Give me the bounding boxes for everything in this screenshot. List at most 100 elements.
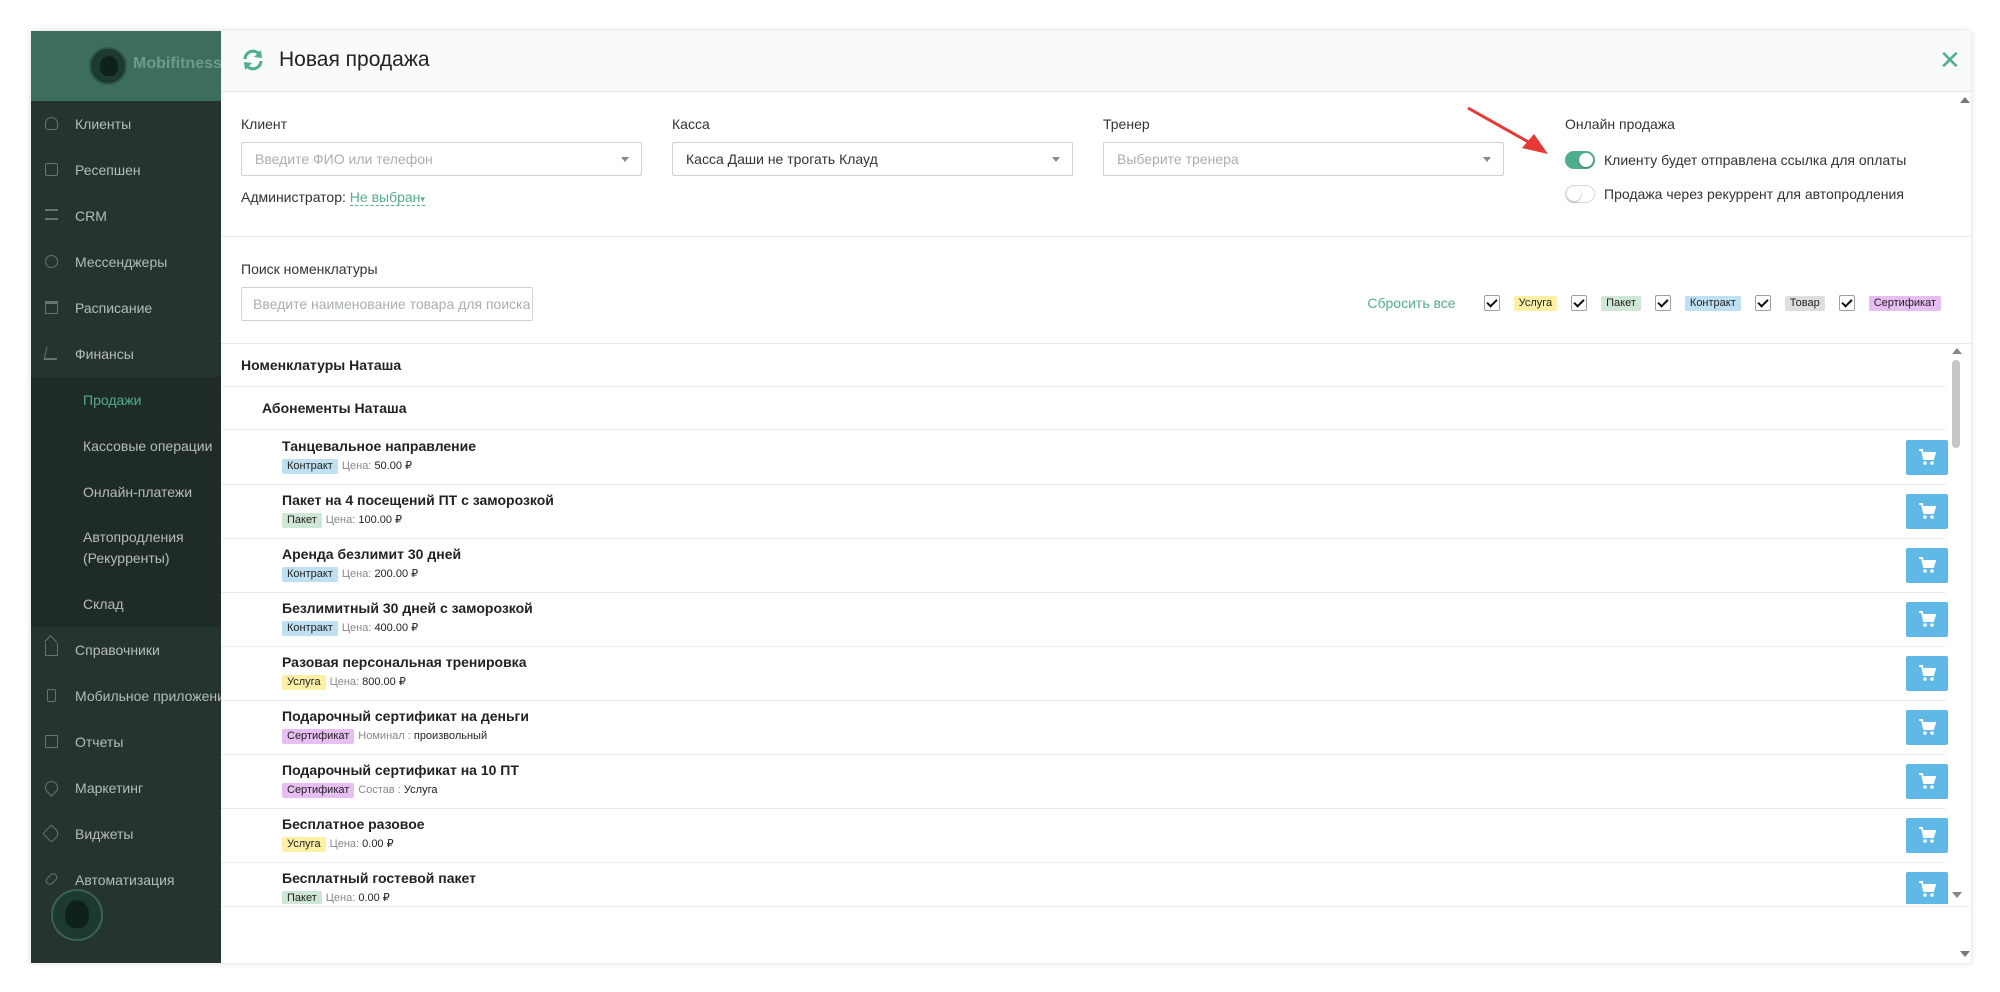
sidebar-item-mobile-app[interactable]: Мобильное приложение — [31, 673, 221, 719]
logo-text[interactable]: Mobifitness — [133, 55, 221, 73]
divider — [221, 236, 1971, 237]
scroll-up-arrow-icon[interactable] — [1952, 348, 1962, 354]
sidebar-item-reception[interactable]: Ресепшен — [31, 147, 221, 193]
filter-tovar-checkbox[interactable] — [1754, 295, 1771, 311]
filter-paket-badge: Пакет — [1601, 295, 1641, 311]
list-scrollbar[interactable] — [1948, 344, 1962, 904]
sidebar-item-label: Расписание — [75, 300, 153, 316]
refresh-icon[interactable] — [241, 48, 265, 72]
kassa-select[interactable]: Касса Даши не трогать Клауд — [672, 142, 1073, 176]
sidebar: Mobifitness Клиенты Ресепшен CRM Мессенд… — [31, 31, 221, 963]
online-link-toggle[interactable] — [1565, 151, 1595, 169]
sidebar-item-label: Финансы — [75, 346, 134, 362]
add-to-cart-button[interactable] — [1906, 872, 1948, 904]
filter-kontrakt-checkbox[interactable] — [1654, 295, 1671, 311]
item-meta: Пакет Цена: 0.00 ₽ — [282, 891, 390, 904]
page-scroll-down-icon[interactable] — [1960, 951, 1970, 957]
page-scroll-up-icon[interactable] — [1960, 97, 1970, 103]
link-icon — [44, 871, 59, 887]
filter-sert-badge: Сертификат — [1868, 295, 1941, 311]
type-badge: Услуга — [282, 675, 326, 690]
sidebar-item-directories[interactable]: Справочники — [31, 627, 221, 673]
new-sale-modal: Новая продажа ✕ Клиент Введите ФИО или т… — [221, 31, 1971, 963]
tag-icon — [42, 824, 61, 843]
cart-icon — [1919, 665, 1936, 681]
sidebar-nav: Клиенты Ресепшен CRM Мессенджеры Расписа… — [31, 101, 221, 903]
sidebar-item-label: Мессенджеры — [75, 254, 168, 270]
online-link-toggle-label: Клиенту будет отправлена ссылка для опла… — [1604, 152, 1907, 168]
group-header[interactable]: Номенклатуры Наташа — [221, 344, 1946, 387]
scroll-thumb[interactable] — [1952, 360, 1960, 448]
sidebar-item-marketing[interactable]: Маркетинг — [31, 765, 221, 811]
cart-icon — [1919, 719, 1936, 735]
item-title: Танцевальное направление — [282, 438, 477, 454]
add-to-cart-button[interactable] — [1906, 710, 1948, 745]
pin-icon — [42, 778, 61, 797]
sidebar-item-widgets[interactable]: Виджеты — [31, 811, 221, 857]
avatar[interactable] — [51, 889, 103, 941]
sidebar-subitem-online-payments[interactable]: Онлайн-платежи — [31, 469, 221, 515]
sidebar-item-schedule[interactable]: Расписание — [31, 285, 221, 331]
trainer-select[interactable]: Выберите тренера — [1103, 142, 1504, 176]
filter-sert-checkbox[interactable] — [1838, 295, 1855, 311]
list-item: Бесплатный гостевой пакет Пакет Цена: 0.0… — [221, 862, 1948, 904]
sidebar-item-label: Отчеты — [75, 734, 124, 750]
report-icon — [45, 735, 58, 748]
annotation-arrow-icon — [1467, 106, 1548, 154]
item-meta: Услуга Цена: 800.00 ₽ — [282, 675, 406, 690]
sidebar-subitem-sales[interactable]: Продажи — [31, 377, 221, 423]
filter-kontrakt-badge: Контракт — [1684, 295, 1741, 311]
admin-dropdown[interactable]: Не выбран▾ — [349, 189, 425, 206]
type-badge: Услуга — [282, 837, 326, 852]
cart-icon — [43, 347, 60, 360]
sidebar-item-label: Мобильное приложение — [75, 688, 221, 704]
scroll-down-arrow-icon[interactable] — [1952, 892, 1962, 898]
recurrent-toggle[interactable] — [1565, 185, 1595, 203]
item-meta: Контракт Цена: 50.00 ₽ — [282, 459, 412, 474]
add-to-cart-button[interactable] — [1906, 764, 1948, 799]
filter-usluga-badge: Услуга — [1513, 295, 1558, 311]
filter-paket-checkbox[interactable] — [1571, 295, 1588, 311]
sidebar-header: Mobifitness — [31, 31, 221, 101]
filter-usluga-checkbox[interactable] — [1483, 295, 1500, 311]
close-icon[interactable]: ✕ — [1939, 45, 1961, 75]
list-icon — [45, 209, 58, 220]
type-badge: Пакет — [282, 891, 322, 904]
chevron-down-icon — [1052, 157, 1060, 162]
search-input[interactable] — [241, 287, 533, 321]
sidebar-subitem-warehouse[interactable]: Склад — [31, 581, 221, 627]
logo-icon[interactable] — [89, 47, 127, 85]
sidebar-item-label: Маркетинг — [75, 780, 144, 796]
client-select[interactable]: Введите ФИО или телефон — [241, 142, 642, 176]
trainer-label: Тренер — [1103, 116, 1150, 132]
sidebar-item-reports[interactable]: Отчеты — [31, 719, 221, 765]
toggle-knob — [1579, 153, 1593, 167]
add-to-cart-button[interactable] — [1906, 440, 1948, 475]
sidebar-item-finance[interactable]: Финансы — [31, 331, 221, 377]
item-title: Подарочный сертификат на 10 ПТ — [282, 762, 519, 778]
add-to-cart-button[interactable] — [1906, 818, 1948, 853]
sidebar-item-label: Справочники — [75, 642, 160, 658]
sidebar-item-clients[interactable]: Клиенты — [31, 101, 221, 147]
item-title: Безлимитный 30 дней с заморозкой — [282, 600, 533, 616]
item-title: Аренда безлимит 30 дней — [282, 546, 462, 562]
type-badge: Контракт — [282, 567, 338, 582]
sidebar-item-messengers[interactable]: Мессенджеры — [31, 239, 221, 285]
sidebar-subitem-cash-operations[interactable]: Кассовые операции — [31, 423, 221, 469]
list-item: Подарочный сертификат на 10 ПТ Сертифика… — [221, 754, 1948, 809]
divider — [221, 906, 1971, 907]
add-to-cart-button[interactable] — [1906, 656, 1948, 691]
add-to-cart-button[interactable] — [1906, 602, 1948, 637]
filter-tovar-badge: Товар — [1784, 295, 1825, 311]
add-to-cart-button[interactable] — [1906, 494, 1948, 529]
sidebar-subitem-autorenewals[interactable]: Автопродления (Рекурренты) — [31, 515, 213, 581]
item-title: Разовая персональная тренировка — [282, 654, 527, 670]
item-meta: Сертификат Номинал : произвольный — [282, 729, 487, 744]
add-to-cart-button[interactable] — [1906, 548, 1948, 583]
sidebar-item-crm[interactable]: CRM — [31, 193, 221, 239]
reset-filters-link[interactable]: Сбросить все — [1367, 295, 1455, 311]
sidebar-item-label: CRM — [75, 208, 107, 224]
calendar-icon — [45, 301, 58, 314]
list-item: Разовая персональная тренировка Услуга Це… — [221, 646, 1948, 701]
subgroup-header[interactable]: Абонементы Наташа — [221, 387, 1946, 430]
